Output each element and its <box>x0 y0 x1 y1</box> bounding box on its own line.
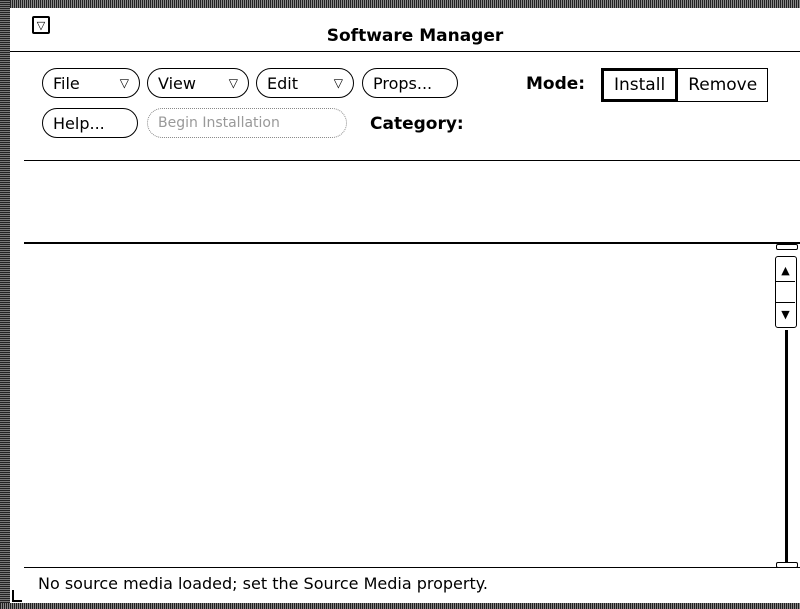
mode-selector: Install Remove <box>601 68 769 102</box>
file-menu-label: File <box>53 73 80 93</box>
scrollbar-bottom-anchor[interactable] <box>776 562 798 568</box>
scroll-up-icon[interactable]: ▲ <box>776 259 795 281</box>
window-frame-bottom[interactable] <box>0 603 800 609</box>
edit-menu-label: Edit <box>267 73 298 93</box>
scroll-drag-box[interactable] <box>776 281 795 303</box>
begin-installation-label: Begin Installation <box>158 115 280 131</box>
window-title: Software Manager <box>326 26 504 46</box>
window-menu-icon[interactable]: ▽ <box>32 16 50 34</box>
mode-remove-option[interactable]: Remove <box>677 69 767 101</box>
software-manager-window: Software Manager ▽ File ▽ View ▽ Edit ▽ … <box>0 0 800 609</box>
category-label: Category: <box>370 114 464 134</box>
chevron-down-icon: ▽ <box>119 76 129 90</box>
props-button-label: Props... <box>373 73 433 93</box>
chevron-down-icon: ▽ <box>228 76 238 90</box>
mode-install-option[interactable]: Install <box>602 69 678 101</box>
status-footer: No source media loaded; set the Source M… <box>38 574 489 593</box>
scrollbar-elevator[interactable]: ▲ ▼ <box>775 256 797 328</box>
scroll-down-icon[interactable]: ▼ <box>776 303 795 325</box>
software-list-pane[interactable] <box>24 242 800 568</box>
mode-label: Mode: <box>526 74 586 94</box>
edit-menu-button[interactable]: Edit ▽ <box>256 68 354 98</box>
window-frame-top <box>0 0 800 8</box>
resize-corner-bottom-left[interactable] <box>12 590 22 602</box>
help-button[interactable]: Help... <box>42 108 138 138</box>
view-menu-label: View <box>158 73 196 93</box>
scrollbar-track[interactable] <box>785 330 788 562</box>
scrollbar-top-anchor[interactable] <box>776 244 798 250</box>
title-bar[interactable]: Software Manager <box>10 8 800 52</box>
category-pane[interactable] <box>24 160 800 242</box>
file-menu-button[interactable]: File ▽ <box>42 68 140 98</box>
window-frame-left[interactable] <box>0 0 10 609</box>
begin-installation-button[interactable]: Begin Installation <box>147 108 347 138</box>
chevron-down-icon: ▽ <box>333 76 343 90</box>
help-button-label: Help... <box>53 113 105 133</box>
props-button[interactable]: Props... <box>362 68 458 98</box>
view-menu-button[interactable]: View ▽ <box>147 68 249 98</box>
